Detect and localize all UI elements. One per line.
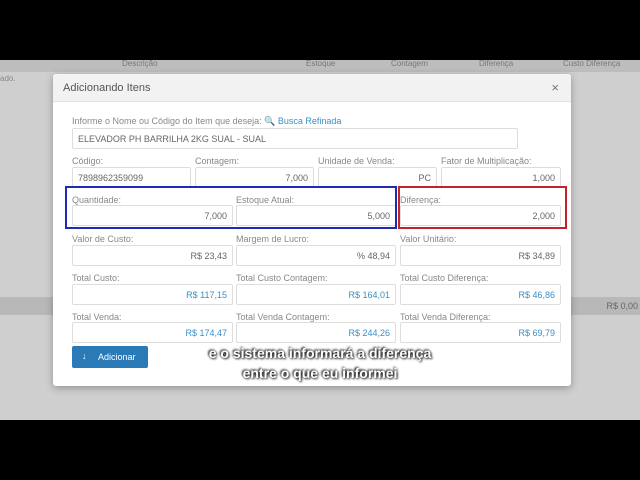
codigo-value: 7898962359099 — [78, 173, 144, 183]
contagem-field[interactable]: 7,000 — [195, 167, 314, 188]
valor-custo-field[interactable]: R$ 23,43 — [72, 245, 233, 266]
margem-field[interactable]: % 48,94 — [236, 245, 396, 266]
bg-col-estoque: Estoque — [306, 60, 336, 68]
total-venda-contagem-label: Total Venda Contagem: — [236, 312, 330, 322]
valor-custo-value: R$ 23,43 — [190, 251, 227, 261]
highlight-box-red — [398, 186, 567, 229]
total-custo-diferenca-value: R$ 46,86 — [518, 290, 555, 300]
total-custo-diferenca-label: Total Custo Diferença: — [400, 273, 489, 283]
total-venda-diferenca-field[interactable]: R$ 69,79 — [400, 322, 561, 343]
bg-col-contagem: Contagem — [391, 60, 428, 68]
background-table-header: Descrição Estoque Contagem Diferença Cus… — [0, 60, 640, 72]
total-custo-contagem-value: R$ 164,01 — [348, 290, 390, 300]
valor-unitario-label: Valor Unitário: — [400, 234, 457, 244]
subtitle-line-2: entre o que eu informei — [242, 365, 398, 381]
unidade-field[interactable]: PC — [318, 167, 437, 188]
contagem-label: Contagem: — [195, 156, 240, 166]
unidade-label: Unidade de Venda: — [318, 156, 395, 166]
highlight-box-blue — [65, 186, 397, 229]
total-custo-contagem-field[interactable]: R$ 164,01 — [236, 284, 396, 305]
bg-col-descricao: Descrição — [122, 60, 158, 68]
item-search-value: ELEVADOR PH BARRILHA 2KG SUAL - SUAL — [78, 134, 267, 144]
search-label: Informe o Nome ou Código do Item que des… — [72, 116, 262, 126]
unidade-value: PC — [418, 173, 431, 183]
modal-title: Adicionando Itens — [63, 82, 151, 94]
total-venda-contagem-value: R$ 244,26 — [348, 328, 390, 338]
codigo-field[interactable]: 7898962359099 — [72, 167, 191, 188]
app-frame: Descrição Estoque Contagem Diferença Cus… — [0, 60, 640, 420]
codigo-label: Código: — [72, 156, 104, 166]
search-label-row: Informe o Nome ou Código do Item que des… — [72, 116, 341, 127]
fator-label: Fator de Multiplicação: — [441, 156, 532, 166]
close-icon[interactable]: × — [551, 80, 559, 95]
margem-label: Margem de Lucro: — [236, 234, 310, 244]
background-total: R$ 0,00 — [606, 301, 638, 311]
contagem-value: 7,000 — [285, 173, 308, 183]
refined-search-label: Busca Refinada — [277, 116, 342, 126]
fator-value: 1,000 — [532, 173, 555, 183]
valor-unitario-field[interactable]: R$ 34,89 — [400, 245, 561, 266]
valor-custo-label: Valor de Custo: — [72, 234, 134, 244]
refined-search-link[interactable]: 🔍 Busca Refinada — [264, 116, 341, 126]
add-items-modal: Adicionando Itens × Informe o Nome ou Có… — [53, 74, 571, 386]
total-custo-label: Total Custo: — [72, 273, 120, 283]
total-custo-diferenca-field[interactable]: R$ 46,86 — [400, 284, 561, 305]
bg-col-custo-diferenca: Custo Diferença — [563, 60, 621, 68]
total-venda-contagem-field[interactable]: R$ 244,26 — [236, 322, 396, 343]
search-icon: 🔍 — [264, 116, 276, 126]
margem-value: % 48,94 — [356, 251, 390, 261]
item-search-input[interactable]: ELEVADOR PH BARRILHA 2KG SUAL - SUAL — [72, 128, 518, 149]
subtitle-line-1: e o sistema informará a diferença — [208, 345, 432, 361]
total-venda-label: Total Venda: — [72, 312, 122, 322]
modal-header: Adicionando Itens × — [53, 74, 571, 102]
total-venda-diferenca-value: R$ 69,79 — [518, 328, 555, 338]
total-custo-contagem-label: Total Custo Contagem: — [236, 273, 328, 283]
total-venda-field[interactable]: R$ 174,47 — [72, 322, 233, 343]
total-custo-value: R$ 117,15 — [186, 290, 227, 300]
total-venda-diferenca-label: Total Venda Diferença: — [400, 312, 491, 322]
fator-field[interactable]: 1,000 — [441, 167, 561, 188]
total-venda-value: R$ 174,47 — [185, 328, 227, 338]
background-left-text: ado. — [0, 74, 16, 83]
bg-col-diferenca: Diferença — [479, 60, 514, 68]
total-custo-field[interactable]: R$ 117,15 — [72, 284, 233, 305]
valor-unitario-value: R$ 34,89 — [518, 251, 555, 261]
